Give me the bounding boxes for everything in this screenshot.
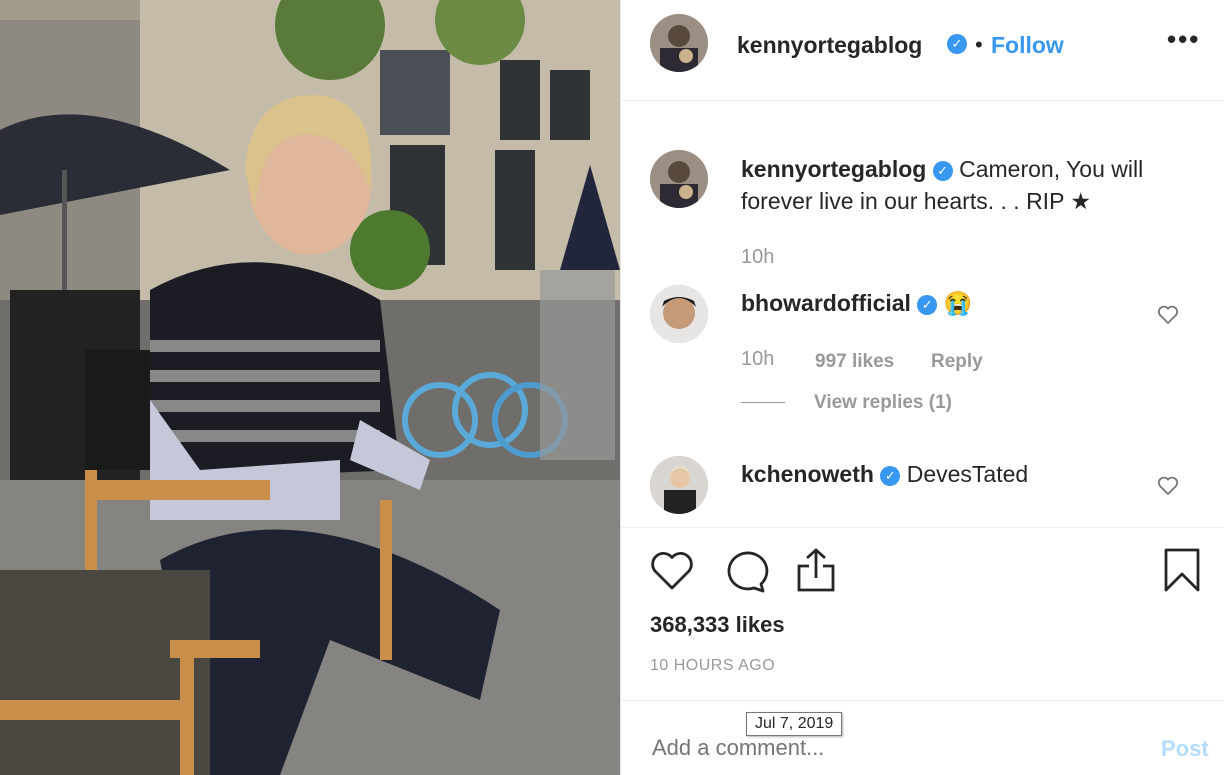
- share-icon[interactable]: [793, 546, 839, 594]
- comment: bhowardofficial ✓ 😭: [741, 290, 972, 317]
- comment-likes[interactable]: 997 likes: [815, 351, 894, 373]
- follow-button[interactable]: Follow: [991, 32, 1064, 59]
- verified-badge-icon: ✓: [947, 34, 967, 54]
- caption-time[interactable]: 10h: [741, 246, 774, 269]
- comment-icon[interactable]: [721, 548, 769, 594]
- comment-text: DevesTated: [906, 461, 1029, 487]
- caption-author-avatar[interactable]: [650, 150, 708, 208]
- caption: kennyortegablog ✓ Cameron, You will fore…: [741, 153, 1191, 217]
- verified-badge-icon: ✓: [880, 465, 901, 486]
- reply-button[interactable]: Reply: [931, 351, 983, 373]
- save-bookmark-icon[interactable]: [1162, 546, 1202, 594]
- post-header: kennyortegablog ✓ • Follow •••: [621, 0, 1224, 101]
- post-panel: kennyortegablog ✓ • Follow ••• kennyorte…: [620, 0, 1224, 775]
- add-comment-input[interactable]: [650, 734, 1124, 762]
- comment-like-icon[interactable]: [1156, 302, 1180, 326]
- actions-divider: [621, 527, 1224, 528]
- comment-divider: [621, 700, 1224, 701]
- author-avatar[interactable]: [650, 14, 708, 72]
- separator-dot: •: [975, 32, 983, 57]
- comment-username[interactable]: bhowardofficial: [741, 290, 911, 316]
- comment-text: 😭: [943, 290, 973, 316]
- comment-time[interactable]: 10h: [741, 348, 774, 371]
- verified-badge-icon: ✓: [932, 160, 953, 181]
- author-username[interactable]: kennyortegablog: [737, 32, 922, 59]
- more-options-icon[interactable]: •••: [1167, 24, 1200, 55]
- replies-line: [741, 402, 785, 403]
- like-icon[interactable]: [649, 548, 695, 592]
- date-tooltip: Jul 7, 2019: [746, 712, 843, 736]
- post-photo: [0, 0, 620, 775]
- commenter-avatar[interactable]: [650, 285, 708, 343]
- post-comment-button[interactable]: Post: [1161, 736, 1209, 762]
- comment: kchenoweth ✓ DevesTated: [741, 461, 1028, 488]
- verified-badge-icon: ✓: [917, 294, 938, 315]
- view-replies-button[interactable]: View replies (1): [814, 392, 952, 414]
- caption-username[interactable]: kennyortegablog: [741, 156, 926, 182]
- commenter-avatar[interactable]: [650, 456, 708, 514]
- comment-like-icon[interactable]: [1156, 473, 1180, 497]
- likes-count[interactable]: 368,333 likes: [650, 612, 785, 638]
- post-timestamp[interactable]: 10 HOURS AGO: [650, 657, 775, 675]
- comment-username[interactable]: kchenoweth: [741, 461, 874, 487]
